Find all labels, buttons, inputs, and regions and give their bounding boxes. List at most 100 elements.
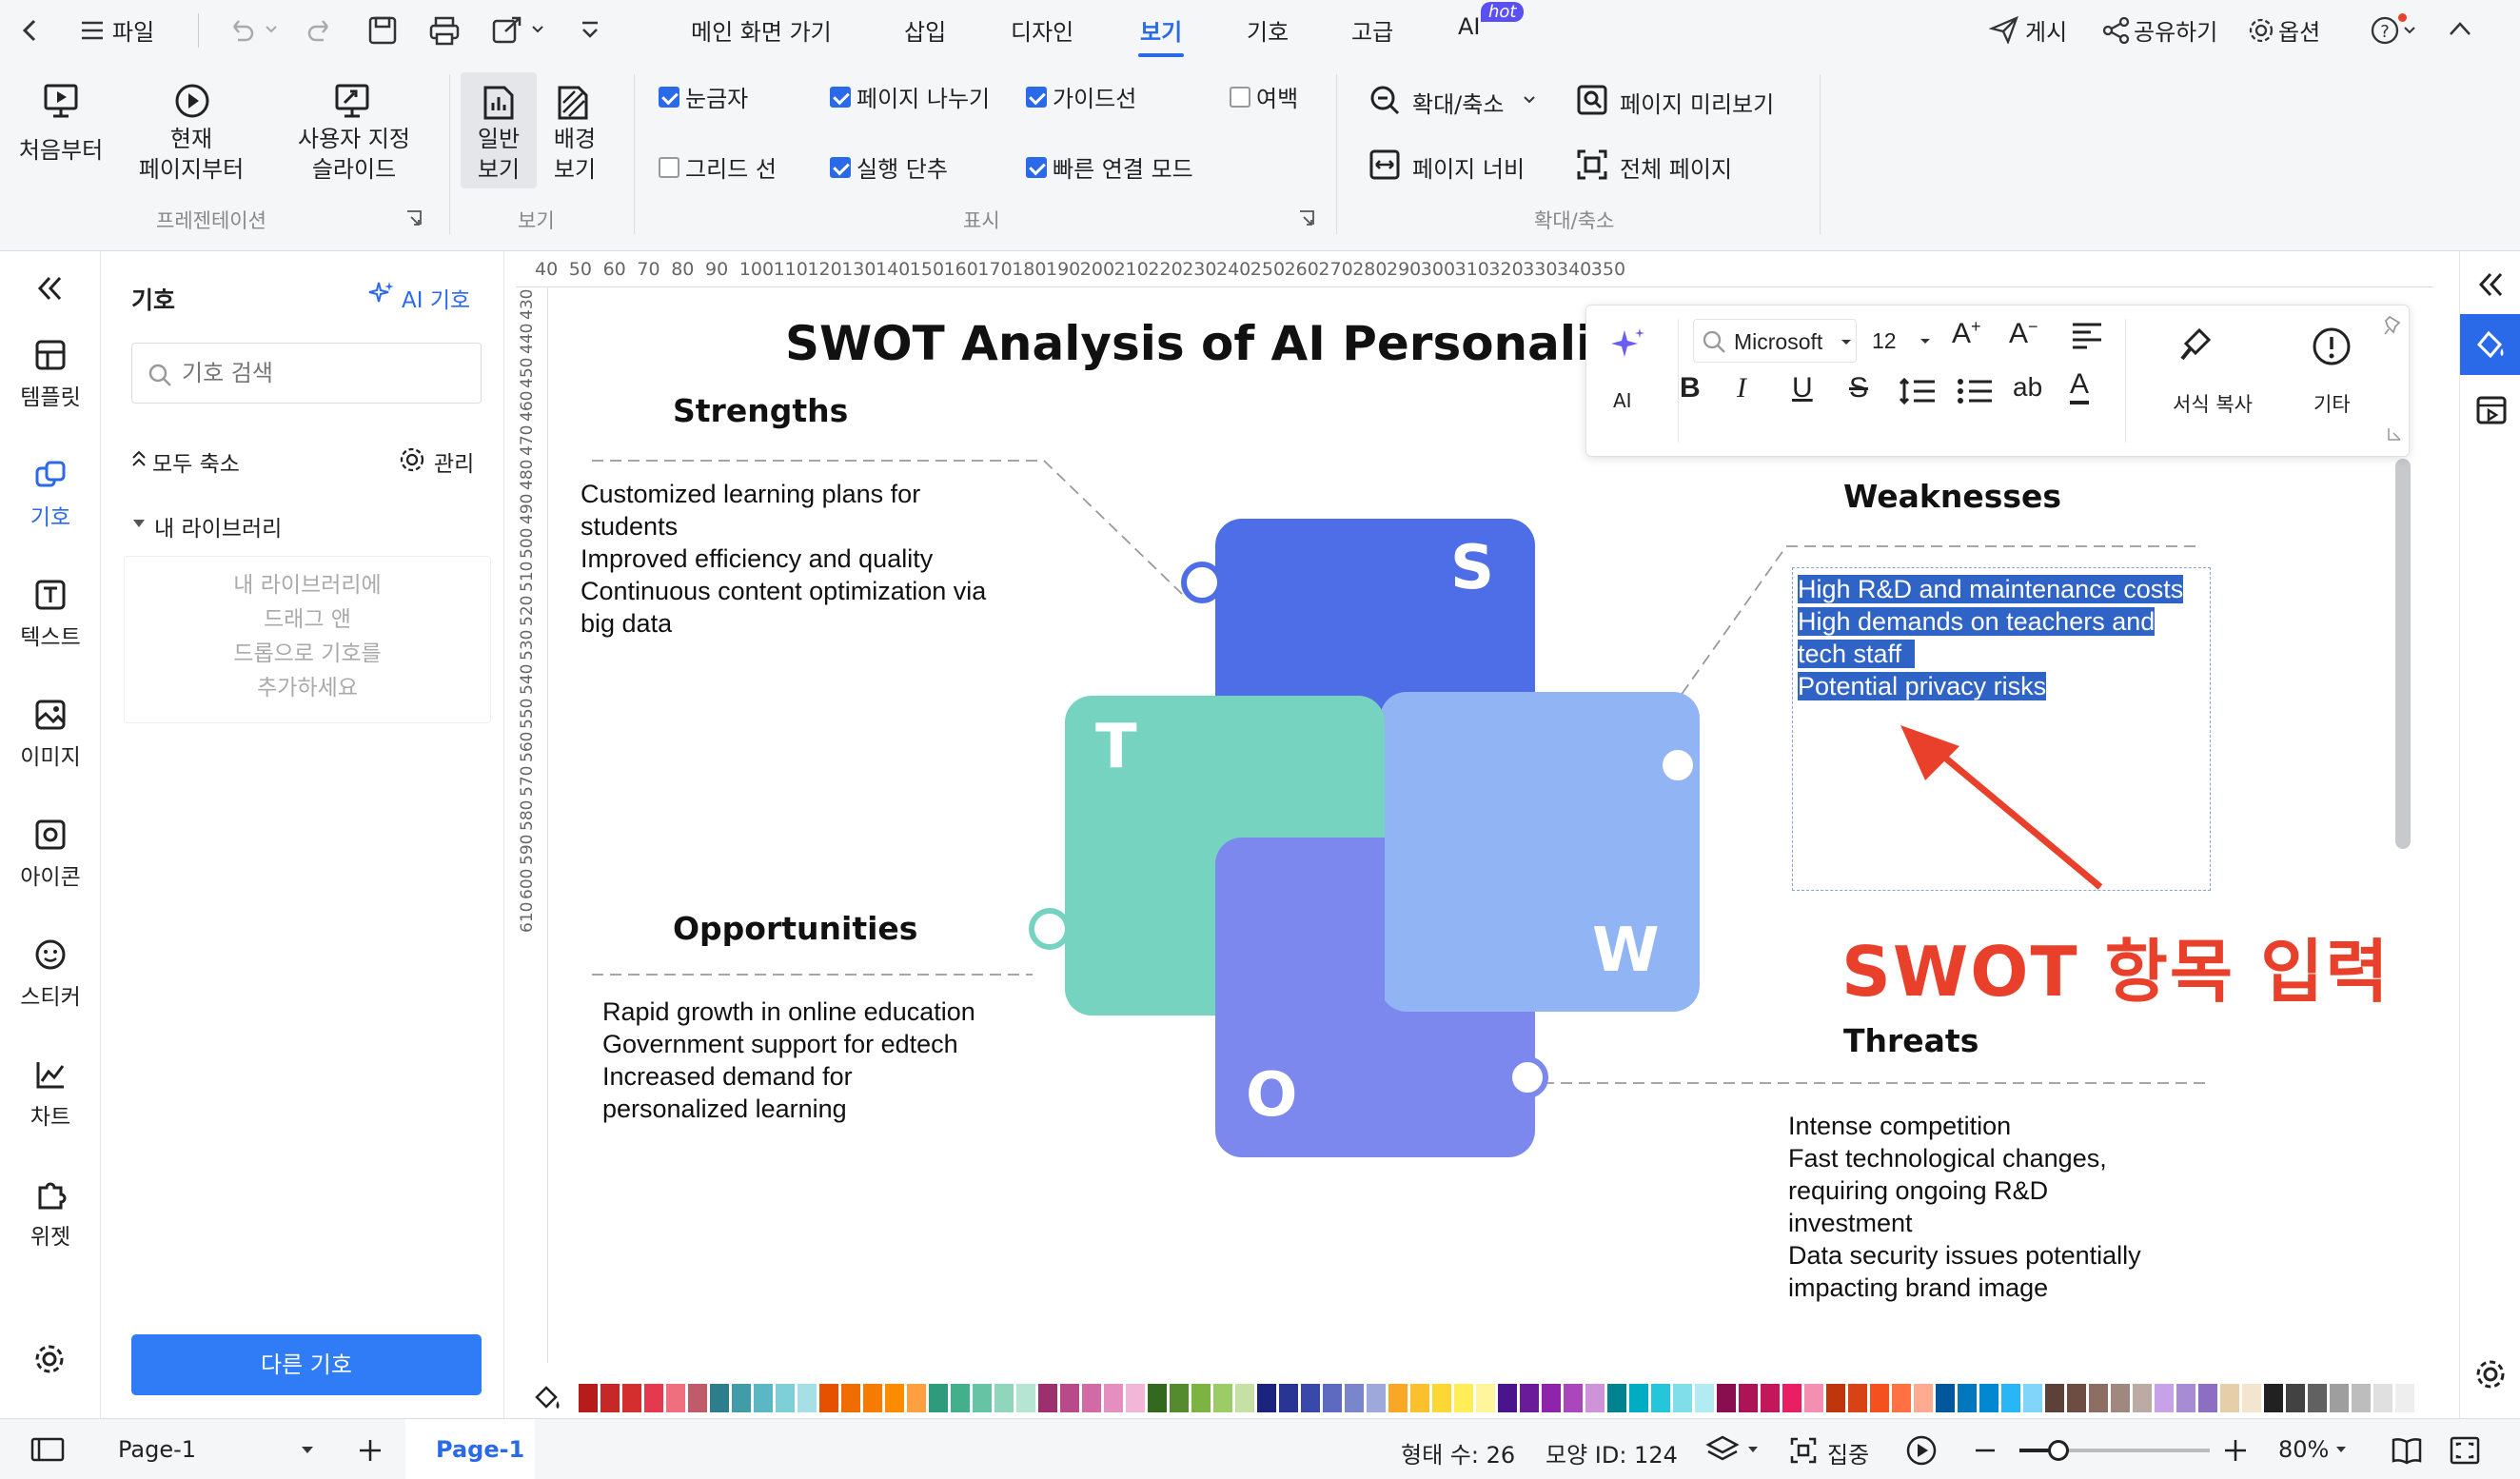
collapse-all-icon[interactable] (131, 449, 147, 468)
font-color-icon[interactable]: A (2070, 370, 2090, 404)
focus-button[interactable]: 집중 (1827, 1436, 1869, 1469)
fill-bucket-icon[interactable] (533, 1384, 565, 1412)
rail-text[interactable]: 텍스트 (0, 579, 101, 651)
zoom-in-icon[interactable] (2223, 1438, 2248, 1463)
diagram-title[interactable]: SWOT Analysis of AI Personalized (785, 316, 1686, 371)
page-panel-icon[interactable] (30, 1436, 65, 1463)
rail-templates[interactable]: 템플릿 (0, 339, 101, 411)
color-swatch[interactable] (2352, 1384, 2371, 1412)
share-icon[interactable] (2101, 15, 2132, 46)
threats-heading[interactable]: Threats (1843, 1022, 1979, 1059)
hamburger-icon[interactable] (80, 19, 105, 42)
color-swatch[interactable] (2176, 1384, 2195, 1412)
pin-icon[interactable] (2384, 315, 2403, 336)
color-swatch[interactable] (973, 1384, 992, 1412)
color-swatch[interactable] (1782, 1384, 1801, 1412)
undo-button-checkbox[interactable]: 실행 단추 (830, 150, 948, 184)
chevron-down-icon[interactable] (1523, 95, 1536, 105)
style-panel-tab[interactable] (2460, 314, 2520, 375)
tab-view[interactable]: 보기 (1140, 13, 1182, 47)
underline-icon[interactable]: U (1792, 372, 1813, 404)
o-connector-knob[interactable] (1506, 1056, 1548, 1098)
book-view-icon[interactable] (2391, 1436, 2423, 1465)
color-swatch[interactable] (1761, 1384, 1780, 1412)
vertical-scrollbar-thumb[interactable] (2395, 459, 2411, 849)
color-swatch[interactable] (666, 1384, 685, 1412)
from-start-button[interactable]: 처음부터 (8, 135, 114, 166)
color-swatch[interactable] (1060, 1384, 1079, 1412)
color-swatch[interactable] (1673, 1384, 1692, 1412)
from-current-page-button[interactable]: 현재 페이지부터 (120, 124, 263, 185)
bold-icon[interactable]: B (1680, 372, 1701, 404)
publish-button[interactable]: 게시 (2025, 13, 2067, 47)
quick-connect-checkbox[interactable]: 빠른 연결 모드 (1026, 150, 1193, 184)
color-swatch[interactable] (2067, 1384, 2086, 1412)
strikethrough-icon[interactable]: S (1849, 372, 1868, 404)
custom-slideshow-button[interactable]: 사용자 지정 슬라이드 (284, 124, 424, 185)
tab-design[interactable]: 디자인 (1011, 13, 1073, 47)
layers-icon[interactable] (1705, 1434, 1740, 1465)
dialog-launcher-icon[interactable] (1298, 209, 1315, 227)
grid-checkbox[interactable]: 그리드 선 (659, 150, 777, 184)
t-connector-knob[interactable] (1029, 908, 1071, 950)
color-swatch[interactable] (863, 1384, 882, 1412)
color-swatch[interactable] (1367, 1384, 1386, 1412)
color-swatch[interactable] (1914, 1384, 1933, 1412)
strengths-text[interactable]: Customized learning plans for students I… (581, 478, 986, 640)
color-swatch[interactable] (1454, 1384, 1473, 1412)
format-painter-icon[interactable] (2176, 325, 2215, 366)
symbol-search-box[interactable] (131, 343, 482, 404)
page-preview-button[interactable]: 페이지 미리보기 (1620, 86, 1774, 119)
rail-widgets[interactable]: 위젯 (0, 1178, 101, 1251)
color-swatch[interactable] (579, 1384, 598, 1412)
back-icon[interactable] (17, 17, 44, 44)
color-swatch[interactable] (1410, 1384, 1429, 1412)
color-swatch[interactable] (1629, 1384, 1648, 1412)
tab-symbols[interactable]: 기호 (1247, 13, 1289, 47)
whole-page-button[interactable]: 전체 페이지 (1620, 150, 1732, 184)
tab-insert[interactable]: 삽입 (904, 13, 946, 47)
tab-advanced[interactable]: 고급 (1351, 13, 1393, 47)
play-icon[interactable] (1905, 1434, 1938, 1467)
color-swatch[interactable] (885, 1384, 904, 1412)
color-swatch[interactable] (841, 1384, 860, 1412)
background-view-button[interactable]: 배경 보기 (539, 124, 611, 185)
print-icon[interactable] (428, 15, 461, 46)
tab-home[interactable]: 메인 화면 가기 (691, 13, 832, 47)
caret-down-icon[interactable] (1747, 1446, 1759, 1453)
add-page-icon[interactable] (358, 1438, 383, 1463)
color-swatch[interactable] (1323, 1384, 1342, 1412)
more-symbols-button[interactable]: 다른 기호 (131, 1334, 482, 1395)
options-button[interactable]: 옵션 (2278, 13, 2320, 47)
undo-icon[interactable] (226, 15, 257, 44)
color-swatch[interactable] (754, 1384, 773, 1412)
font-size-select[interactable]: 12 (1864, 319, 1940, 363)
margin-check[interactable] (1230, 86, 1250, 108)
zoom-slider-thumb[interactable] (2048, 1440, 2069, 1461)
collapse-ribbon-icon[interactable] (2448, 19, 2472, 38)
color-swatch[interactable] (2264, 1384, 2283, 1412)
bullet-list-icon[interactable] (1956, 376, 1994, 406)
caret-down-icon[interactable] (2335, 1446, 2347, 1453)
page-selector[interactable]: Page-1 (118, 1436, 196, 1463)
color-swatch[interactable] (2220, 1384, 2239, 1412)
ruler-check[interactable] (659, 86, 679, 108)
threats-text[interactable]: Intense competition Fast technological c… (1788, 1110, 2141, 1304)
color-swatch[interactable] (1498, 1384, 1517, 1412)
page-width-button[interactable]: 페이지 너비 (1412, 150, 1525, 184)
expand-panel-icon[interactable] (2477, 270, 2506, 299)
ai-sparkle-icon[interactable] (1607, 325, 1649, 366)
chevron-down-icon[interactable] (531, 25, 544, 34)
library-drop-zone[interactable]: 내 라이브러리에 드래그 앤 드롭으로 기호를 추가하세요 (124, 556, 491, 723)
zoom-out-icon[interactable] (1974, 1448, 1997, 1453)
color-swatch[interactable] (688, 1384, 707, 1412)
color-swatch[interactable] (600, 1384, 620, 1412)
color-swatch[interactable] (2373, 1384, 2392, 1412)
manage-button[interactable]: 관리 (434, 445, 474, 478)
color-swatch[interactable] (2417, 1384, 2436, 1412)
opportunities-heading[interactable]: Opportunities (673, 910, 917, 947)
customize-quick-access-icon[interactable] (579, 19, 601, 42)
settings-gear-icon[interactable] (2473, 1357, 2508, 1391)
italic-icon[interactable]: I (1737, 372, 1746, 404)
color-swatch[interactable] (819, 1384, 838, 1412)
